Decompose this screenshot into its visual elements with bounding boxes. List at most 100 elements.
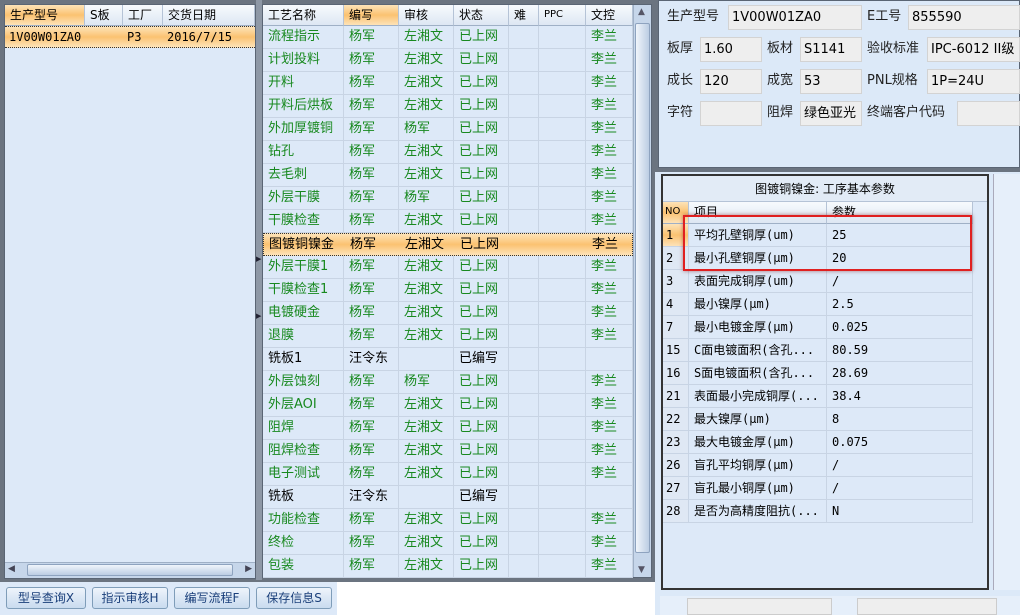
scroll-up-icon[interactable]: ▲ — [638, 7, 645, 17]
cell: 左湘文 — [399, 279, 454, 302]
table-row[interactable]: 28 是否为高精度阻抗(... N — [663, 500, 973, 523]
table-row[interactable]: 27 盲孔最小铜厚(μm) / — [663, 477, 973, 500]
model-query-button[interactable]: 型号查询X — [6, 587, 86, 609]
table-row[interactable]: 图镀铜镍金 杨军 左湘文 已上网 李兰 — [263, 233, 633, 256]
table-row[interactable]: 阻焊 杨军 左湘文 已上网 李兰 — [263, 417, 633, 440]
table-row[interactable]: 外层干膜1 杨军 左湘文 已上网 李兰 — [263, 256, 633, 279]
scroll-right-icon[interactable]: ▶ — [245, 564, 252, 574]
table-row[interactable]: 退膜 杨军 左湘文 已上网 李兰 — [263, 325, 633, 348]
table-row[interactable]: 4 最小镍厚(μm) 2.5 — [663, 293, 973, 316]
table-row[interactable]: 1V00W01ZA0 P3 2016/7/15 — [5, 26, 255, 48]
save-info-button[interactable]: 保存信息S — [256, 587, 332, 609]
column-header[interactable]: 编写 — [344, 5, 399, 26]
column-header[interactable]: 工艺名称 — [263, 5, 344, 26]
cell: 2.5 — [827, 293, 973, 316]
width-field[interactable]: 53 — [800, 69, 862, 94]
column-header[interactable]: 交货日期 — [163, 5, 255, 26]
mask-field[interactable]: 绿色亚光 — [800, 101, 862, 126]
cell: 左湘文 — [399, 164, 454, 187]
write-process-button[interactable]: 编写流程F — [174, 587, 250, 609]
cell: 李兰 — [586, 256, 633, 279]
column-header[interactable]: S板 — [85, 5, 123, 26]
cell: 已上网 — [454, 394, 509, 417]
table-row[interactable]: 钻孔 杨军 左湘文 已上网 李兰 — [263, 141, 633, 164]
dropdown[interactable] — [857, 598, 997, 615]
table-row[interactable]: 23 最大电镀金厚(μm) 0.075 — [663, 431, 973, 454]
table-row[interactable]: 26 盲孔平均铜厚(μm) / — [663, 454, 973, 477]
table-row[interactable]: 干膜检查 杨军 左湘文 已上网 李兰 — [263, 210, 633, 233]
table-row[interactable]: 流程指示 杨军 左湘文 已上网 李兰 — [263, 26, 633, 49]
scroll-thumb[interactable] — [27, 564, 233, 576]
table-row[interactable]: 15 C面电镀面积(含孔... 80.59 — [663, 339, 973, 362]
column-header[interactable]: 审核 — [399, 5, 454, 26]
horizontal-scrollbar[interactable]: ◀ ▶ — [5, 562, 255, 578]
cell — [539, 371, 586, 394]
cell: 已编写 — [454, 486, 509, 509]
cell: 已上网 — [454, 417, 509, 440]
scroll-down-icon[interactable]: ▼ — [638, 565, 645, 575]
table-row[interactable]: 干膜检查1 杨军 左湘文 已上网 李兰 — [263, 279, 633, 302]
table-row[interactable]: 电子测试 杨军 左湘文 已上网 李兰 — [263, 463, 633, 486]
thickness-field[interactable]: 1.60 — [700, 37, 762, 62]
table-row[interactable]: 3 表面完成铜厚(um) / — [663, 270, 973, 293]
cell: 杨军 — [350, 237, 377, 252]
customer-field[interactable] — [957, 101, 1020, 126]
cell — [509, 486, 539, 509]
instruction-review-button[interactable]: 指示审核H — [92, 587, 168, 609]
cell: 杨军 — [344, 417, 399, 440]
table-row[interactable]: 终检 杨军 左湘文 已上网 李兰 — [263, 532, 633, 555]
column-header[interactable]: PPC — [539, 5, 586, 26]
table-row[interactable]: 功能检查 杨军 左湘文 已上网 李兰 — [263, 509, 633, 532]
table-row[interactable]: 21 表面最小完成铜厚(... 38.4 — [663, 385, 973, 408]
table-row[interactable]: 外层蚀刻 杨军 杨军 已上网 李兰 — [263, 371, 633, 394]
scroll-thumb[interactable] — [635, 23, 650, 553]
cell: / — [827, 270, 973, 293]
model-field[interactable]: 1V00W01ZA0 — [728, 5, 862, 30]
table-row[interactable]: 开料 杨军 左湘文 已上网 李兰 — [263, 72, 633, 95]
cell — [539, 141, 586, 164]
dropdown[interactable] — [687, 598, 832, 615]
cell: 已上网 — [454, 164, 509, 187]
cell: 杨军 — [344, 26, 399, 49]
cell: 已上网 — [454, 118, 509, 141]
column-header[interactable]: 难 — [509, 5, 539, 26]
scroll-left-icon[interactable]: ◀ — [8, 564, 15, 574]
table-row[interactable]: 铣板 汪令东 已编写 — [263, 486, 633, 509]
column-header[interactable]: 状态 — [454, 5, 509, 26]
cell: 杨军 — [344, 302, 399, 325]
table-row[interactable]: 7 最小电镀金厚(μm) 0.025 — [663, 316, 973, 339]
cell: 阻焊检查 — [263, 440, 344, 463]
table-row[interactable]: 包装 杨军 左湘文 已上网 李兰 — [263, 555, 633, 578]
table-row[interactable]: 铣板1 汪令东 已编写 — [263, 348, 633, 371]
column-header[interactable]: 文控 — [586, 5, 633, 26]
cell: 7 — [663, 316, 689, 339]
table-row[interactable]: 计划投料 杨军 左湘文 已上网 李兰 — [263, 49, 633, 72]
table-row[interactable]: 电镀硬金 杨军 左湘文 已上网 李兰 — [263, 302, 633, 325]
standard-field[interactable]: IPC-6012 II级 — [927, 37, 1020, 62]
table-row[interactable]: 去毛刺 杨军 左湘文 已上网 李兰 — [263, 164, 633, 187]
length-field[interactable]: 120 — [700, 69, 762, 94]
table-row[interactable]: 外层AOI 杨军 左湘文 已上网 李兰 — [263, 394, 633, 417]
table-row[interactable]: 开料后烘板 杨军 左湘文 已上网 李兰 — [263, 95, 633, 118]
vertical-scrollbar[interactable]: ▲ ▼ — [633, 5, 651, 577]
table-row[interactable]: 外加厚镀铜 杨军 杨军 已上网 李兰 — [263, 118, 633, 141]
table-row[interactable]: 外层干膜 杨军 杨军 已上网 李兰 — [263, 187, 633, 210]
cell: 22 — [663, 408, 689, 431]
cell: 左湘文 — [399, 141, 454, 164]
table-row[interactable]: 16 S面电镀面积(含孔... 28.69 — [663, 362, 973, 385]
cell: 李兰 — [586, 440, 633, 463]
column-header[interactable]: 生产型号 — [5, 5, 85, 26]
cell: 杨军 — [344, 256, 399, 279]
cell: 盲孔最小铜厚(μm) — [689, 477, 827, 500]
cell: 李兰 — [586, 463, 633, 486]
collapse-arrow-icon[interactable]: ▶ — [256, 255, 261, 263]
eno-field[interactable]: 855590 — [908, 5, 1020, 30]
table-row[interactable]: 阻焊检查 杨军 左湘文 已上网 李兰 — [263, 440, 633, 463]
table-row[interactable]: 22 最大镍厚(μm) 8 — [663, 408, 973, 431]
material-field[interactable]: S1141 — [800, 37, 862, 62]
pnl-field[interactable]: 1P=24U — [927, 69, 1020, 94]
char-field[interactable] — [700, 101, 762, 126]
column-header[interactable]: 工厂 — [123, 5, 163, 26]
cell — [509, 325, 539, 348]
expand-arrow-icon[interactable]: ▶ — [256, 312, 261, 320]
